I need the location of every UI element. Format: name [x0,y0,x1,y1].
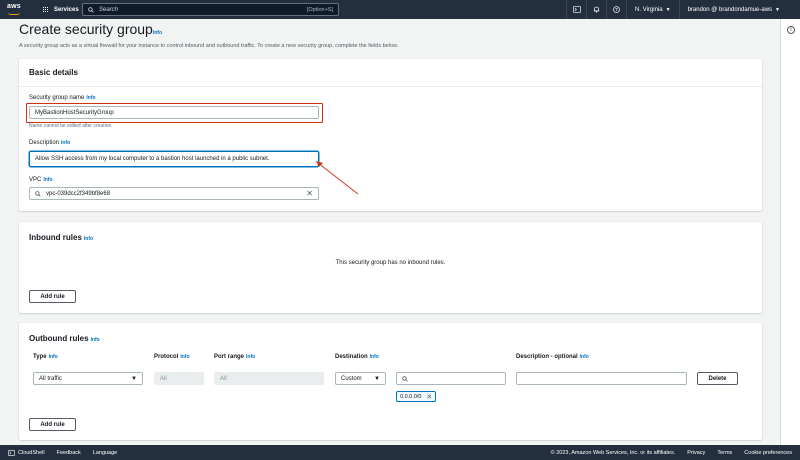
outbound-info-link[interactable]: Info [91,337,100,343]
language-link[interactable]: Language [93,450,117,456]
protocol-info-link[interactable]: Info [180,354,189,360]
name-hint: Name cannot be edited after creation. [29,123,113,129]
col-description: Description - optional Info [516,354,589,360]
search-placeholder: Search [99,6,119,13]
delete-rule-button[interactable]: Delete [697,372,738,385]
help-icon[interactable]: ? [606,0,626,19]
vpc-label: VPC Info [29,177,53,183]
description-input[interactable]: Allow SSH access from my local computer … [29,151,319,167]
outbound-rules-heading: Outbound rules Info [29,334,100,343]
outbound-add-rule-button[interactable]: Add rule [29,418,76,431]
col-destination: Destination Info [335,354,379,360]
cloudshell-icon [8,449,15,456]
col-type: Type Info [33,354,58,360]
destination-info-link[interactable]: Info [370,354,379,360]
caret-down-icon: ▼ [665,6,671,13]
services-label: Services [54,6,79,13]
cookie-preferences-link[interactable]: Cookie preferences [744,450,792,456]
col-protocol: Protocol Info [154,354,190,360]
title-info-link[interactable]: Info [153,30,162,36]
footer: CloudShell Feedback Language © 2023, Ama… [0,445,800,460]
port-range-input: All [214,372,324,385]
destination-select[interactable]: Custom ▼ [335,372,386,385]
caret-down-icon: ▼ [374,375,380,382]
services-menu[interactable]: Services [43,6,79,13]
nav-right: ? N. Virginia ▼ brandon @ brandondamue-a… [566,0,788,19]
copyright-text: © 2023, Amazon Web Services, Inc. or its… [550,449,676,456]
cloudshell-link[interactable]: CloudShell [8,450,45,456]
info-icon[interactable]: i [787,26,795,34]
privacy-link[interactable]: Privacy [687,450,705,456]
port-range-info-link[interactable]: Info [246,354,255,360]
type-select[interactable]: All traffic ▼ [33,372,143,385]
vpc-info-link[interactable]: Info [43,177,52,183]
inbound-add-rule-button[interactable]: Add rule [29,290,76,303]
page-intro: A security group acts as a virtual firew… [19,43,399,49]
cloudshell-icon[interactable] [566,0,586,19]
page-title: Create security groupInfo [19,21,163,37]
security-group-name-label: Security group name Info [29,95,96,101]
search-input[interactable]: Search [Option+S] [82,3,339,16]
svg-text:?: ? [615,7,618,12]
terms-link[interactable]: Terms [717,450,732,456]
inbound-rules-panel: Inbound rules Info [19,222,762,313]
protocol-input: All [154,372,204,385]
description-info-link[interactable]: Info [61,140,70,146]
inbound-rules-heading: Inbound rules Info [29,233,94,242]
help-panel-strip: i [780,19,800,445]
bell-icon[interactable] [586,0,606,19]
description-label: Description Info [29,140,71,146]
vpc-select[interactable]: vpc-039dcc2f349bf8e68 ✕ [29,187,319,200]
clear-icon[interactable]: ✕ [306,189,313,198]
region-selector[interactable]: N. Virginia ▼ [626,0,679,19]
search-icon [35,190,41,197]
col-port-range: Port range Info [214,354,256,360]
search-icon [402,375,408,382]
security-group-name-input[interactable]: MyBastionHostSecurityGroup [29,106,319,119]
cidr-token: 0.0.0.0/0 ✕ [396,391,437,402]
services-grid-icon [43,6,49,13]
type-info-link[interactable]: Info [49,354,58,360]
description-col-info-link[interactable]: Info [580,354,589,360]
rule-description-input[interactable] [516,372,687,385]
feedback-link[interactable]: Feedback [57,450,81,456]
top-nav: aws Services Search [Option+S] ? N. Virg… [0,0,800,19]
caret-down-icon: ▼ [775,6,780,13]
inbound-empty-message: This security group has no inbound rules… [335,260,446,266]
aws-logo[interactable]: aws [6,2,28,17]
remove-token-icon[interactable]: ✕ [426,393,432,401]
search-icon [88,6,94,13]
name-info-link[interactable]: Info [86,95,95,101]
inbound-info-link[interactable]: Info [84,236,93,242]
caret-down-icon: ▼ [131,375,137,382]
account-menu[interactable]: brandon @ brandondamue-aws ▼ [678,0,788,19]
destination-cidr-input[interactable] [396,372,506,385]
search-shortcut: [Option+S] [306,6,333,13]
basic-details-heading: Basic details [19,59,762,87]
